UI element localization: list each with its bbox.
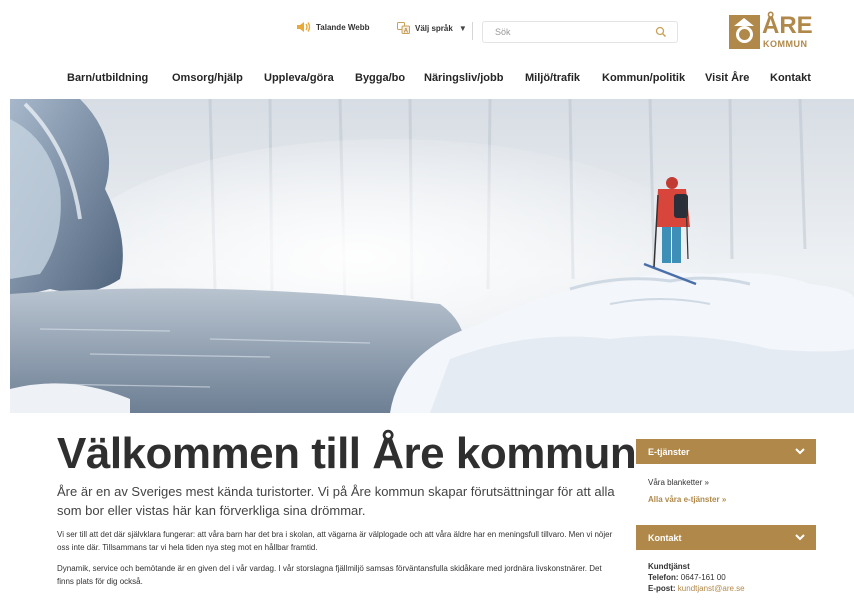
body-paragraph-1: Vi ser till att det där självklara funge… xyxy=(57,530,613,552)
contact-phone: Telefon: 0647-161 00 xyxy=(648,572,804,583)
eservices-body: Våra blanketter » Alla våra e-tjänster » xyxy=(636,464,816,516)
nav-barn-utbildning[interactable]: Barn/utbildning xyxy=(67,72,148,84)
eservices-title: E-tjänster xyxy=(648,446,690,457)
phone-number[interactable]: 0647-161 00 xyxy=(681,573,726,582)
contact-toggle[interactable]: Kontakt xyxy=(636,525,816,550)
contact-name: Kundtjänst xyxy=(648,562,690,571)
talande-webb-label: Talande Webb xyxy=(316,22,370,32)
search-input[interactable]: Sök xyxy=(482,21,678,43)
nav-miljo-trafik[interactable]: Miljö/trafik xyxy=(525,72,580,84)
chevron-down-icon xyxy=(795,448,805,455)
speaker-icon xyxy=(297,22,311,32)
main-content: Välkommen till Åre kommun Åre är en av S… xyxy=(57,428,637,588)
ingress-text: Åre är en av Sveriges mest kända turisto… xyxy=(57,484,615,518)
search-icon[interactable] xyxy=(655,26,667,38)
page-title: Välkommen till Åre kommun xyxy=(57,429,637,478)
language-label: Välj språk xyxy=(415,23,453,33)
nav-uppleva-gora[interactable]: Uppleva/göra xyxy=(264,72,334,84)
contact-body: Kundtjänst Telefon: 0647-161 00 E-post: … xyxy=(636,550,816,602)
are-kommun-logo[interactable]: ÅRE KOMMUN xyxy=(729,13,821,55)
all-eservices-link[interactable]: Alla våra e-tjänster » xyxy=(648,491,804,508)
main-navigation: Barn/utbildning Omsorg/hjälp Uppleva/gör… xyxy=(0,72,854,90)
talande-webb-button[interactable]: Talande Webb xyxy=(297,22,370,32)
logo-name: ÅRE xyxy=(762,12,813,39)
site-header: Talande Webb A Välj språk ▼ Sök ÅRE KOMM… xyxy=(0,0,854,85)
chevron-down-icon: ▼ xyxy=(458,23,467,33)
hero-image xyxy=(10,99,854,413)
logo-emblem-icon xyxy=(729,15,760,49)
logo-subtitle: KOMMUN xyxy=(763,39,808,49)
body-paragraph-2: Dynamik, service och bemötande är en giv… xyxy=(57,564,602,586)
svg-text:A: A xyxy=(404,29,409,35)
email-link[interactable]: kundtjanst@are.se xyxy=(678,584,745,593)
language-selector[interactable]: A Välj språk ▼ xyxy=(397,22,467,34)
header-divider xyxy=(472,22,473,40)
eservices-toggle[interactable]: E-tjänster xyxy=(636,439,816,464)
contact-title: Kontakt xyxy=(648,532,682,543)
nav-omsorg-hjalp[interactable]: Omsorg/hjälp xyxy=(172,72,243,84)
blanketter-link[interactable]: Våra blanketter » xyxy=(648,474,804,491)
eservices-panel: E-tjänster Våra blanketter » Alla våra e… xyxy=(636,439,816,516)
phone-label: Telefon: xyxy=(648,573,679,582)
nav-naringsliv-jobb[interactable]: Näringsliv/jobb xyxy=(424,72,503,84)
nav-kontakt[interactable]: Kontakt xyxy=(770,72,811,84)
contact-email: E-post: kundtjanst@are.se xyxy=(648,583,804,594)
search-placeholder: Sök xyxy=(495,27,511,37)
nav-kommun-politik[interactable]: Kommun/politik xyxy=(602,72,685,84)
nav-visit-are[interactable]: Visit Åre xyxy=(705,72,749,84)
contact-panel: Kontakt Kundtjänst Telefon: 0647-161 00 … xyxy=(636,525,816,602)
nav-bygga-bo[interactable]: Bygga/bo xyxy=(355,72,405,84)
frozen-waterfall-illustration xyxy=(10,99,854,413)
chevron-down-icon xyxy=(795,534,805,541)
email-label: E-post: xyxy=(648,584,676,593)
translate-icon: A xyxy=(397,22,410,34)
